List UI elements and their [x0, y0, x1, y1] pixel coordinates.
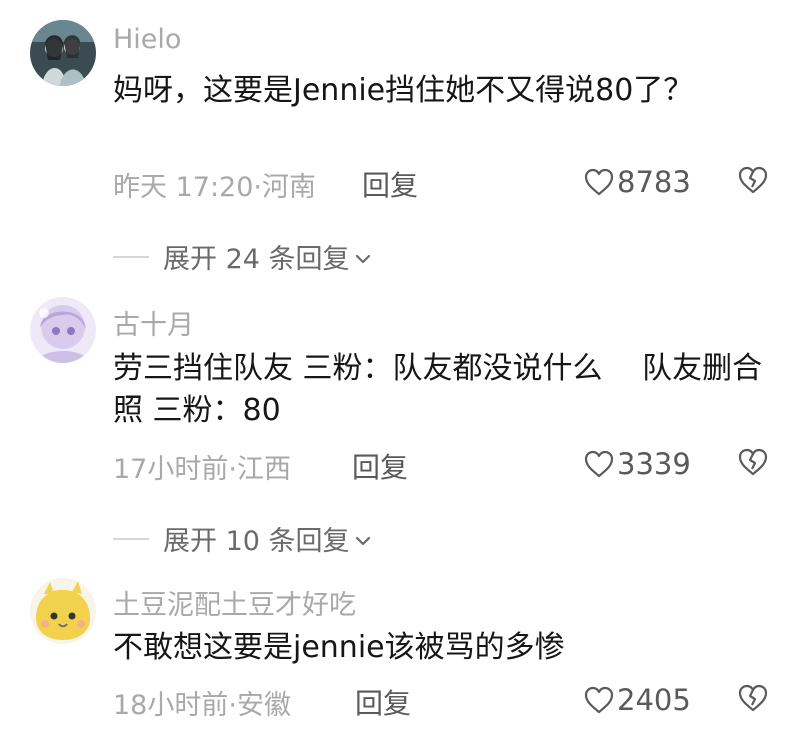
avatar-image [30, 297, 96, 363]
reply-button[interactable]: 回复 [355, 682, 411, 722]
like-count: 3339 [617, 447, 691, 481]
like-count: 8783 [617, 165, 691, 199]
comment-username[interactable]: 古十月 [113, 303, 194, 342]
avatar[interactable] [30, 20, 96, 86]
like-button[interactable]: 2405 [584, 683, 691, 717]
avatar[interactable] [30, 578, 96, 644]
expand-replies-button[interactable]: 展开 24 条回复 [113, 237, 372, 276]
reply-button[interactable]: 回复 [352, 446, 408, 486]
reply-button[interactable]: 回复 [362, 164, 418, 204]
chevron-down-icon [355, 536, 370, 545]
comment-username[interactable]: 土豆泥配土豆才好吃 [113, 583, 356, 622]
expand-replies-button[interactable]: 展开 10 条回复 [113, 519, 372, 558]
comment-time-location: 昨天 17:20·河南 [113, 172, 316, 203]
like-count: 2405 [617, 683, 691, 717]
comment-item: 土豆泥配土豆才好吃 不敢想这要是jennie该被骂的多惨 18小时前·安徽 回复… [0, 570, 800, 735]
comment-item: 古十月 劳三挡住队友 三粉：队友都没说什么 队友删合照 三粉：80 17小时前·… [0, 290, 800, 560]
comment-text: 不敢想这要是jennie该被骂的多惨 [113, 630, 565, 665]
comment-text: 妈呀，这要是Jennie挡住她不又得说80了？ [113, 73, 694, 108]
broken-heart-icon [738, 684, 768, 712]
dislike-button[interactable] [737, 684, 769, 716]
broken-heart-icon [738, 166, 768, 194]
broken-heart-icon [738, 448, 768, 476]
dislike-button[interactable] [737, 166, 769, 198]
avatar[interactable] [30, 297, 96, 363]
expand-replies-label: 展开 24 条回复 [163, 244, 350, 275]
like-button[interactable]: 8783 [584, 165, 691, 199]
comment-text: 劳三挡住队友 三粉：队友都没说什么 队友删合照 三粉：80 [113, 351, 763, 428]
comment-time-location: 18小时前·安徽 [113, 690, 291, 721]
expand-divider [113, 255, 149, 258]
comment-time-location: 17小时前·江西 [113, 454, 291, 485]
heart-outline-icon [584, 450, 614, 478]
comment-item: Hielo 妈呀，这要是Jennie挡住她不又得说80了？ 昨天 17:20·河… [0, 0, 800, 290]
heart-outline-icon [584, 168, 614, 196]
avatar-image [30, 20, 96, 86]
chevron-down-icon [355, 254, 370, 263]
heart-outline-icon [584, 686, 614, 714]
comment-username[interactable]: Hielo [113, 24, 181, 55]
expand-replies-label: 展开 10 条回复 [163, 526, 350, 557]
dislike-button[interactable] [737, 448, 769, 480]
like-button[interactable]: 3339 [584, 447, 691, 481]
expand-divider [113, 537, 149, 540]
avatar-image [30, 578, 96, 644]
